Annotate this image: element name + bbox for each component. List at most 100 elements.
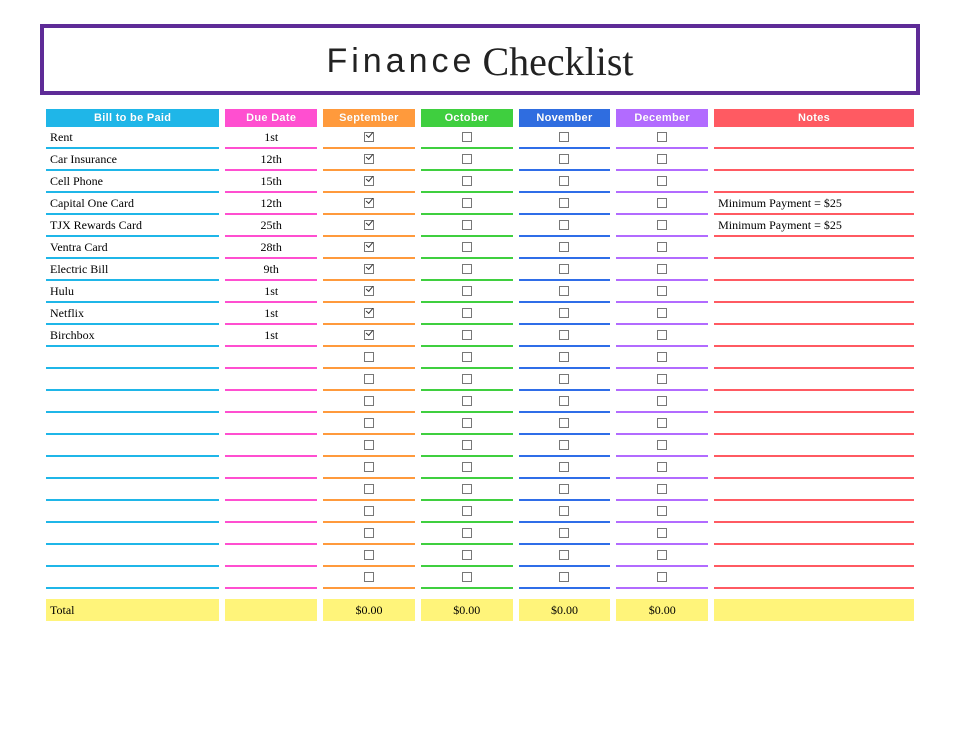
checkbox-icon[interactable] xyxy=(559,506,569,516)
checkbox-icon[interactable] xyxy=(559,198,569,208)
cell-dec xyxy=(616,193,708,215)
checkbox-icon[interactable] xyxy=(657,528,667,538)
checkbox-icon[interactable] xyxy=(462,396,472,406)
checkbox-icon[interactable] xyxy=(657,374,667,384)
checkbox-icon[interactable] xyxy=(364,198,374,208)
checkbox-icon[interactable] xyxy=(462,264,472,274)
checkbox-icon[interactable] xyxy=(657,484,667,494)
checkbox-icon[interactable] xyxy=(364,484,374,494)
checkbox-icon[interactable] xyxy=(364,220,374,230)
checkbox-icon[interactable] xyxy=(657,220,667,230)
table-row: Birchbox1st xyxy=(46,325,914,347)
cell-nov xyxy=(519,479,611,501)
checkbox-icon[interactable] xyxy=(559,418,569,428)
checkbox-icon[interactable] xyxy=(364,550,374,560)
checkbox-icon[interactable] xyxy=(657,242,667,252)
checkbox-icon[interactable] xyxy=(364,506,374,516)
checkbox-icon[interactable] xyxy=(462,198,472,208)
checkbox-icon[interactable] xyxy=(462,462,472,472)
checkbox-icon[interactable] xyxy=(364,286,374,296)
cell-note xyxy=(714,391,914,413)
checkbox-icon[interactable] xyxy=(559,440,569,450)
checkbox-icon[interactable] xyxy=(657,418,667,428)
checkbox-icon[interactable] xyxy=(462,242,472,252)
checkbox-icon[interactable] xyxy=(364,264,374,274)
checkbox-icon[interactable] xyxy=(462,418,472,428)
checkbox-icon[interactable] xyxy=(559,176,569,186)
total-sep: $0.00 xyxy=(323,599,415,621)
checkbox-icon[interactable] xyxy=(462,308,472,318)
checkbox-icon[interactable] xyxy=(657,330,667,340)
checkbox-icon[interactable] xyxy=(559,572,569,582)
checkbox-icon[interactable] xyxy=(559,264,569,274)
checkbox-icon[interactable] xyxy=(364,330,374,340)
checkbox-icon[interactable] xyxy=(559,308,569,318)
checkbox-icon[interactable] xyxy=(462,132,472,142)
checkbox-icon[interactable] xyxy=(364,572,374,582)
checkbox-icon[interactable] xyxy=(364,154,374,164)
checkbox-icon[interactable] xyxy=(657,264,667,274)
checkbox-icon[interactable] xyxy=(364,528,374,538)
checkbox-icon[interactable] xyxy=(657,198,667,208)
checkbox-icon[interactable] xyxy=(364,418,374,428)
checkbox-icon[interactable] xyxy=(462,374,472,384)
checkbox-icon[interactable] xyxy=(559,220,569,230)
checkbox-icon[interactable] xyxy=(364,132,374,142)
checkbox-icon[interactable] xyxy=(657,352,667,362)
checkbox-icon[interactable] xyxy=(559,132,569,142)
checkbox-icon[interactable] xyxy=(657,572,667,582)
cell-sep xyxy=(323,127,415,149)
checkbox-icon[interactable] xyxy=(657,286,667,296)
checkbox-icon[interactable] xyxy=(559,286,569,296)
checkbox-icon[interactable] xyxy=(559,484,569,494)
checkbox-icon[interactable] xyxy=(559,242,569,252)
col-header-notes: Notes xyxy=(714,109,914,127)
checkbox-icon[interactable] xyxy=(462,440,472,450)
checkbox-icon[interactable] xyxy=(559,396,569,406)
cell-dec xyxy=(616,501,708,523)
checkbox-icon[interactable] xyxy=(364,396,374,406)
checkbox-icon[interactable] xyxy=(559,528,569,538)
checkbox-icon[interactable] xyxy=(364,176,374,186)
checkbox-icon[interactable] xyxy=(657,440,667,450)
checkbox-icon[interactable] xyxy=(462,572,472,582)
checkbox-icon[interactable] xyxy=(657,550,667,560)
checkbox-icon[interactable] xyxy=(657,176,667,186)
checkbox-icon[interactable] xyxy=(364,352,374,362)
checkbox-icon[interactable] xyxy=(462,528,472,538)
checkbox-icon[interactable] xyxy=(462,154,472,164)
checkbox-icon[interactable] xyxy=(462,176,472,186)
table-row xyxy=(46,347,914,369)
checkbox-icon[interactable] xyxy=(364,462,374,472)
checkbox-icon[interactable] xyxy=(657,396,667,406)
checkbox-icon[interactable] xyxy=(462,550,472,560)
cell-nov xyxy=(519,325,611,347)
checkbox-icon[interactable] xyxy=(657,462,667,472)
checkbox-icon[interactable] xyxy=(462,330,472,340)
checkbox-icon[interactable] xyxy=(559,462,569,472)
checkbox-icon[interactable] xyxy=(657,308,667,318)
checkbox-icon[interactable] xyxy=(364,440,374,450)
checkbox-icon[interactable] xyxy=(559,154,569,164)
cell-bill: Ventra Card xyxy=(46,237,219,259)
checkbox-icon[interactable] xyxy=(364,242,374,252)
checkbox-icon[interactable] xyxy=(559,352,569,362)
checkbox-icon[interactable] xyxy=(462,286,472,296)
cell-nov xyxy=(519,435,611,457)
checkbox-icon[interactable] xyxy=(462,352,472,362)
checkbox-icon[interactable] xyxy=(364,308,374,318)
cell-dec xyxy=(616,237,708,259)
checkbox-icon[interactable] xyxy=(657,154,667,164)
checkbox-icon[interactable] xyxy=(462,484,472,494)
cell-oct xyxy=(421,369,513,391)
checkbox-icon[interactable] xyxy=(559,330,569,340)
checkbox-icon[interactable] xyxy=(462,506,472,516)
checkbox-icon[interactable] xyxy=(559,374,569,384)
checkbox-icon[interactable] xyxy=(657,132,667,142)
checkbox-icon[interactable] xyxy=(364,374,374,384)
checkbox-icon[interactable] xyxy=(559,550,569,560)
cell-sep xyxy=(323,435,415,457)
cell-sep xyxy=(323,215,415,237)
checkbox-icon[interactable] xyxy=(657,506,667,516)
checkbox-icon[interactable] xyxy=(462,220,472,230)
